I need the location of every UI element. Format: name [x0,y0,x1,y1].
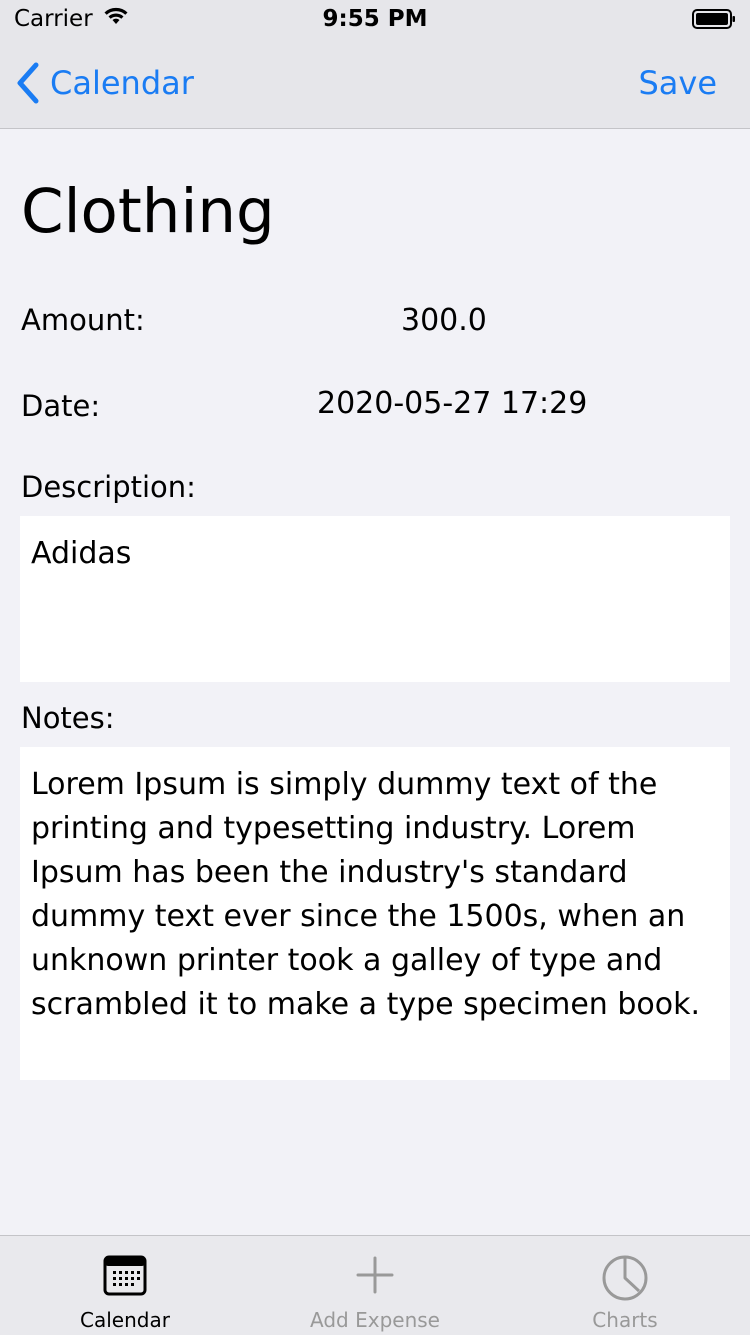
tab-add-expense-label: Add Expense [310,1308,440,1332]
tab-charts[interactable]: Charts [500,1236,750,1335]
calendar-icon [0,1254,250,1296]
back-button-label: Calendar [50,64,194,102]
amount-label: Amount: [21,303,145,337]
chevron-left-icon [17,62,39,104]
status-time: 9:55 PM [322,6,428,32]
notes-field[interactable]: Lorem Ipsum is simply dummy text of the … [20,747,730,1080]
pie-chart-icon [500,1254,750,1302]
tab-calendar[interactable]: Calendar [0,1236,250,1335]
amount-value: 300.0 [401,303,487,338]
navigation-bar: Calendar Save [0,40,750,129]
tab-bar: Calendar Add Expense Charts [0,1235,750,1335]
description-label: Description: [21,470,196,504]
page-title: Clothing [21,176,275,247]
tab-calendar-label: Calendar [80,1308,170,1332]
save-button[interactable]: Save [638,64,717,102]
tab-add-expense[interactable]: Add Expense [250,1236,500,1335]
date-value: 2020-05-27 17:29 [317,386,588,421]
status-bar: Carrier 9:55 PM [0,0,750,40]
description-field[interactable]: Adidas [20,516,730,682]
notes-label: Notes: [21,701,115,735]
tab-charts-label: Charts [592,1308,658,1332]
plus-icon [250,1254,500,1296]
battery-icon [692,9,736,29]
date-label: Date: [21,389,101,423]
back-button[interactable]: Calendar [16,62,194,104]
